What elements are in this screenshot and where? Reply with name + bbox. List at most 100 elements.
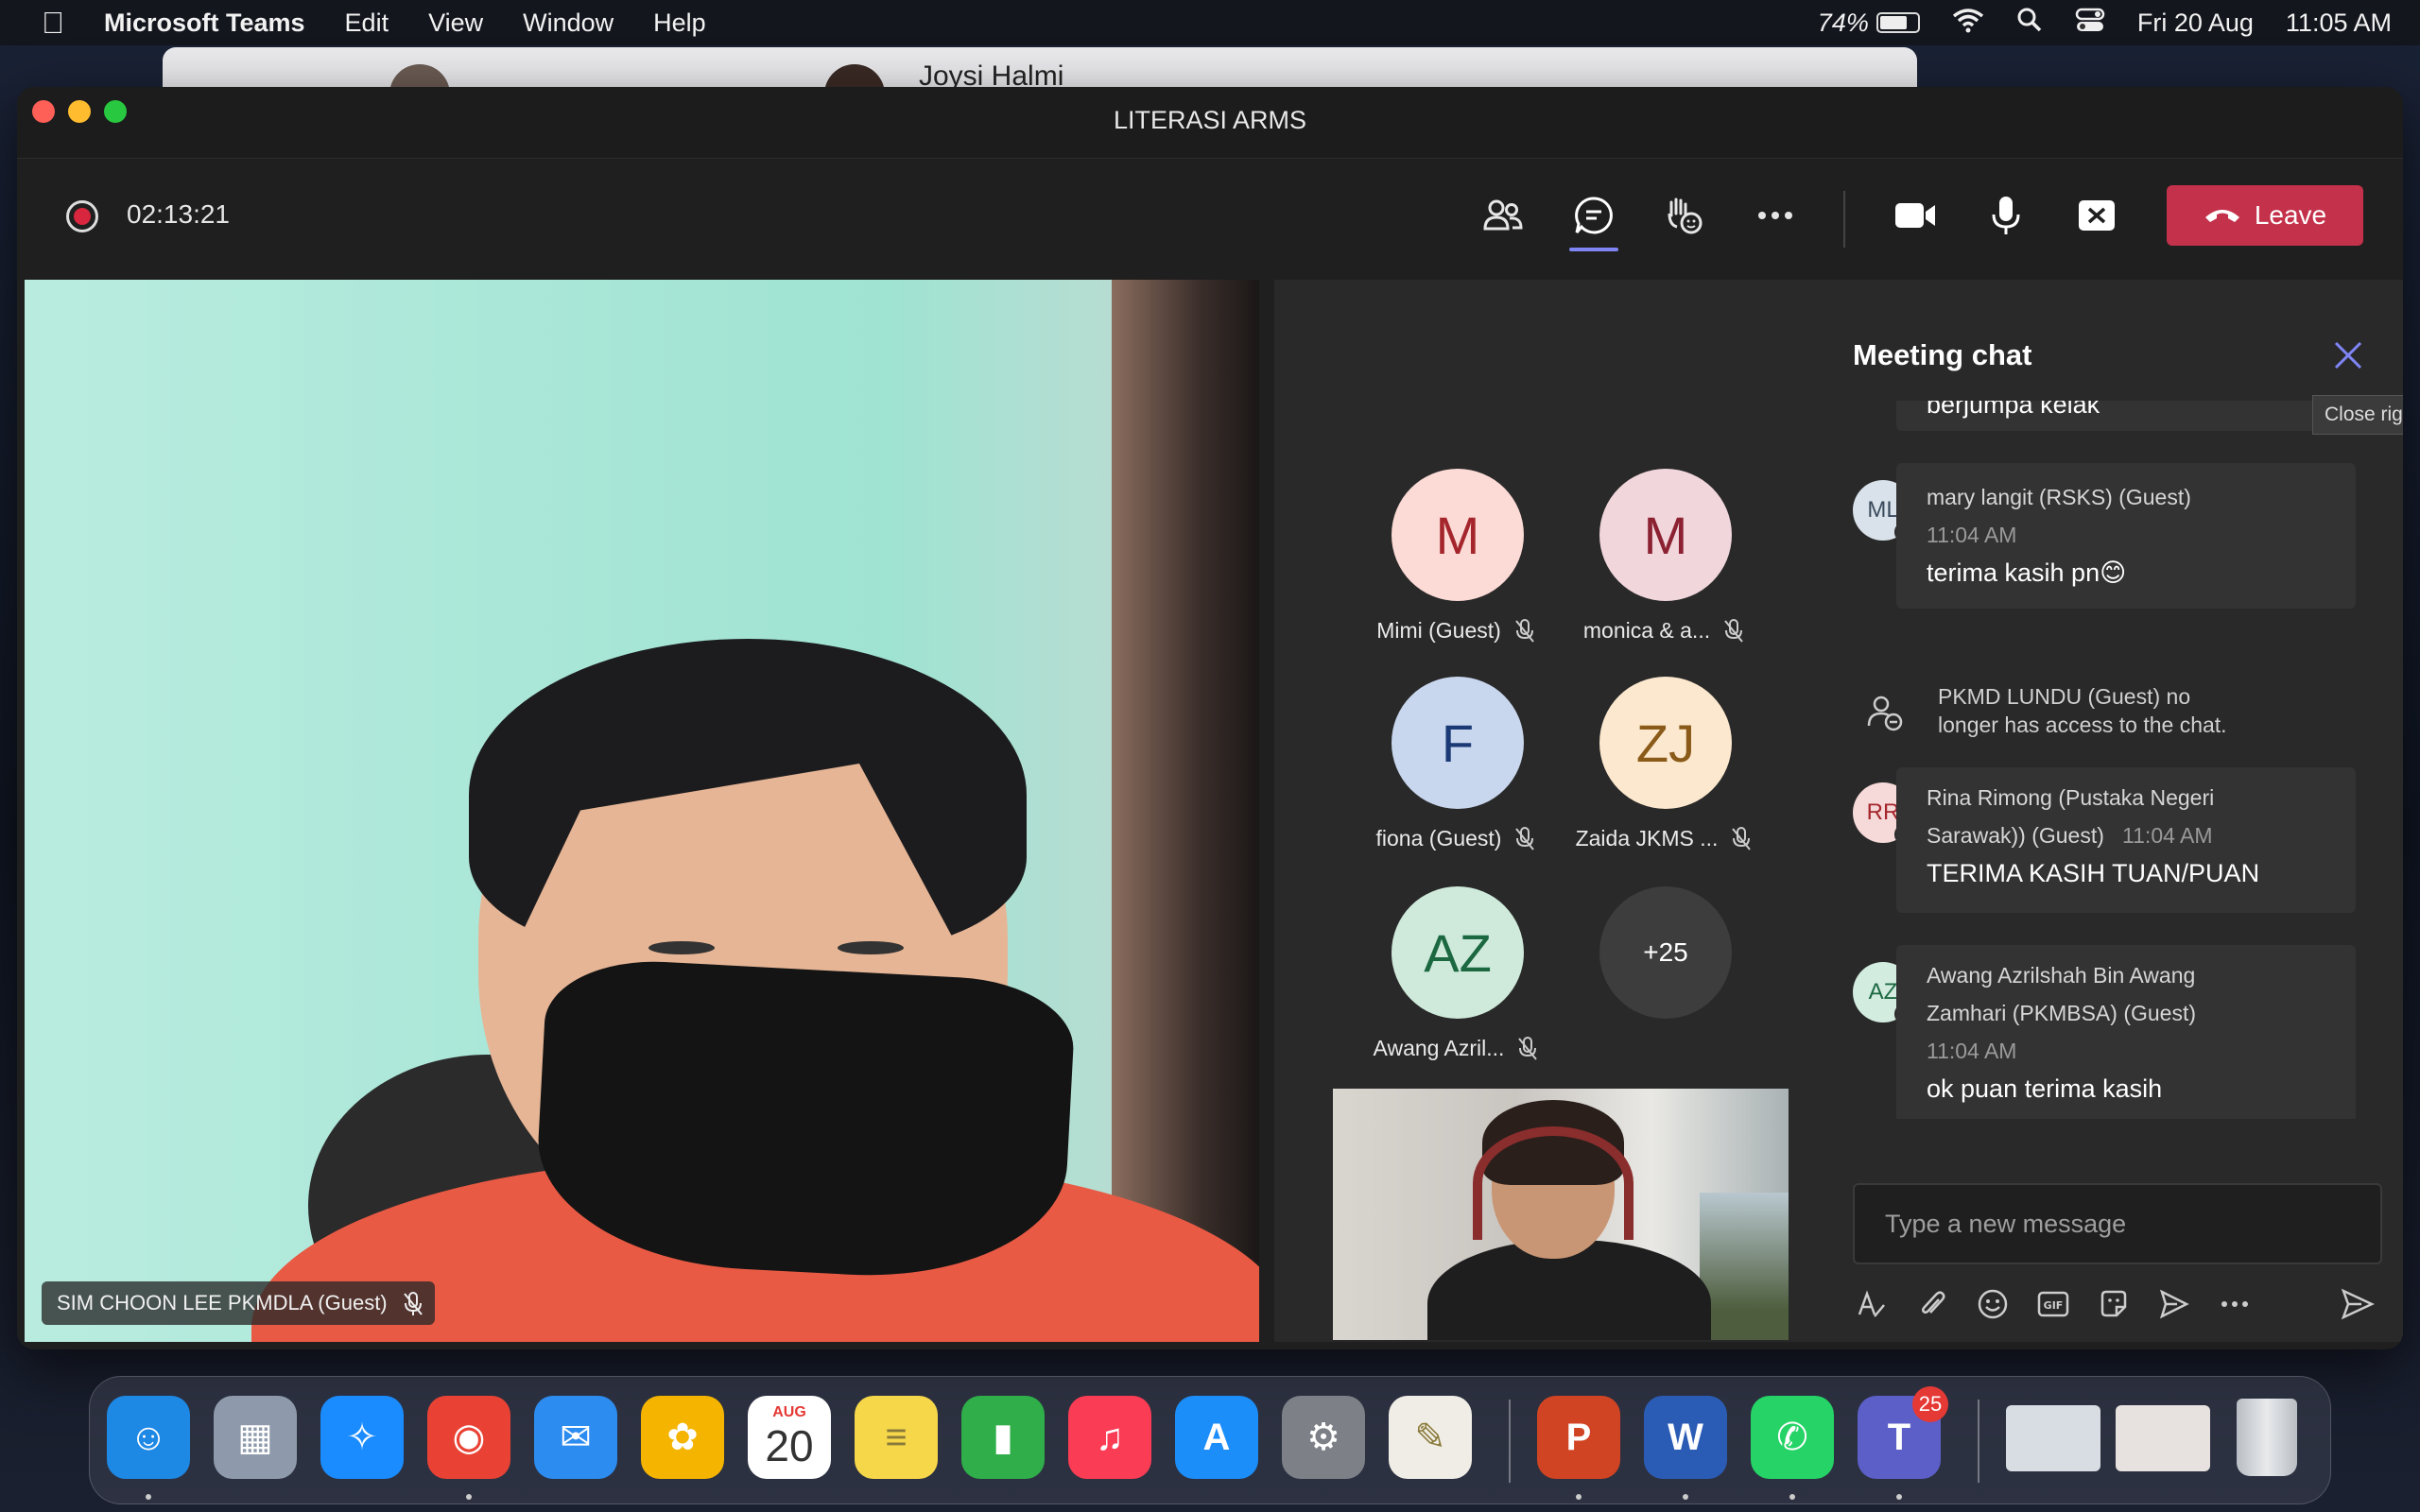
message-compose-box[interactable]: Type a new message [1853,1183,2382,1264]
participant-tile-name: fiona (Guest) [1375,826,1502,850]
participant-tile[interactable]: M Mimi (Guest) [1361,469,1569,658]
system-preferences-icon[interactable]: ⚙ [1282,1396,1365,1479]
running-indicator [1683,1494,1688,1500]
participants-button[interactable] [1473,185,1533,246]
title-bar: LITERASI ARMS [17,87,2403,159]
chat-button[interactable] [1564,185,1624,251]
notes-icon[interactable]: ≡ [855,1396,938,1479]
apple-menu-icon[interactable]:  [42,6,64,41]
chat-message-bubble: berjumpa kelak [1896,401,2356,431]
participant-name: SIM CHOON LEE PKMDLA (Guest) [57,1291,388,1314]
control-center-icon[interactable] [2075,7,2105,40]
avatar-initials: AZ [1868,979,1898,1005]
attach-icon[interactable] [1913,1285,1951,1323]
chrome-icon[interactable]: ◉ [427,1396,510,1479]
chat-sender-name: Rina Rimong (Pustaka Negeri [1927,785,2215,810]
mail-icon[interactable]: ✉ [534,1396,617,1479]
numbers-icon[interactable]: ▮ [961,1396,1045,1479]
system-message-line: PKMD LUNDU (Guest) no [1938,684,2191,709]
more-participants-count: +25 [1599,886,1732,1019]
launchpad-icon[interactable]: ▦ [214,1396,297,1479]
powerpoint-window-thumb-icon[interactable] [2116,1405,2210,1471]
dock-glyph: ✧ [346,1417,378,1458]
more-options-icon[interactable] [2216,1285,2254,1323]
menu-help[interactable]: Help [653,9,706,38]
textedit-icon[interactable]: ✎ [1389,1396,1472,1479]
leave-label: Leave [2254,200,2327,230]
teams-meeting-window: LITERASI ARMS 02:13:21 Leave SIM CHOON L… [17,87,2403,1349]
word-icon[interactable]: W [1644,1396,1727,1479]
dock-glyph: ✿ [666,1417,699,1458]
recording-indicator-icon [66,200,98,232]
finder-icon[interactable]: ☺ [107,1396,190,1479]
photos-icon[interactable]: ✿ [641,1396,724,1479]
battery-icon [1876,12,1920,33]
calendar-month: AUG [772,1404,806,1420]
more-actions-button[interactable] [1745,185,1806,246]
react-button[interactable] [1654,185,1715,246]
menubar-date[interactable]: Fri 20 Aug [2137,9,2254,38]
leave-button[interactable]: Leave [2167,185,2363,246]
avatar: M [1599,469,1732,601]
music-icon[interactable]: ♫ [1068,1396,1151,1479]
meeting-chat-pane: Meeting chat berjumpa kelak ML mary lang… [1796,280,2403,1342]
more-participants-tile[interactable]: +25 [1569,886,1777,1075]
microphone-button[interactable] [1976,185,2036,246]
participant-tile[interactable]: F fiona (Guest) [1361,677,1569,866]
chat-timestamp: 11:04 AM [1927,1039,2017,1063]
mic-off-icon [1732,826,1752,850]
menubar-time[interactable]: 11:05 AM [2286,9,2392,38]
chat-sender-name-cont: Sarawak)) (Guest) [1927,823,2104,848]
teams-icon[interactable]: T 25 [1858,1386,1948,1479]
participant-name-tag: SIM CHOON LEE PKMDLA (Guest) [42,1281,435,1325]
dock-glyph: ♫ [1096,1416,1124,1458]
chat-icon [1575,197,1613,234]
main-video-feed[interactable]: SIM CHOON LEE PKMDLA (Guest) [25,280,1259,1342]
menu-edit[interactable]: Edit [345,9,389,38]
video-background-wall [1112,280,1259,1342]
close-pane-button[interactable] [2333,340,2363,375]
participant-tile[interactable]: M monica & a... [1569,469,1777,658]
chat-sender-name: Zamhari (PKMBSA) (Guest) [1927,1001,2196,1025]
chat-message-bubble[interactable]: Awang Azrilshah Bin Awang Zamhari (PKMBS… [1896,945,2356,1119]
calendar-icon[interactable]: AUG 20 [748,1396,831,1479]
powerpoint-icon[interactable]: P [1537,1396,1620,1479]
app-store-icon[interactable]: A [1175,1396,1258,1479]
chat-message-list[interactable]: berjumpa kelak ML mary langit (RSKS) (Gu… [1796,401,2403,1119]
app-menu[interactable]: Microsoft Teams [104,9,305,38]
whatsapp-icon[interactable]: ✆ [1751,1396,1834,1479]
camera-button[interactable] [1885,185,1945,246]
dock-glyph: ◉ [452,1417,486,1458]
participant-tile[interactable]: AZ Awang Azril... [1361,886,1569,1075]
background-window[interactable]: Joysi Halmi [163,47,1917,125]
spotlight-search-icon[interactable] [2016,7,2043,40]
emoji-icon[interactable] [1974,1285,2012,1323]
hang-up-icon [2204,210,2239,222]
send-icon[interactable] [2339,1285,2377,1323]
chat-message-text: TERIMA KASIH TUAN/PUAN [1927,859,2260,887]
sticker-icon[interactable] [2095,1285,2133,1323]
system-message-line: longer has access to the chat. [1938,713,2227,737]
avatar-initials: ML [1867,497,1899,523]
format-icon[interactable] [1853,1285,1891,1323]
chat-title: Meeting chat [1853,338,2032,371]
participant-tile-name: Awang Azril... [1373,1036,1505,1060]
schedule-icon[interactable] [2155,1285,2193,1323]
meeting-timer: 02:13:21 [127,199,230,229]
chrome-window-thumb-icon[interactable] [2006,1405,2100,1471]
dock-glyph: ⚙ [1306,1417,1340,1458]
participant-tile[interactable]: ZJ Zaida JKMS ... [1569,677,1777,866]
menu-view[interactable]: View [428,9,483,38]
gif-icon[interactable]: GIF [2034,1285,2072,1323]
share-button[interactable] [2066,185,2127,246]
trash-icon[interactable] [2225,1396,2308,1479]
participant-label: Mimi (Guest) [1342,618,1569,644]
self-view-video[interactable] [1333,1089,1789,1340]
safari-icon[interactable]: ✧ [320,1396,404,1479]
avatar: F [1392,677,1524,809]
wifi-icon[interactable] [1952,7,1984,39]
menu-window[interactable]: Window [523,9,614,38]
chat-message-bubble[interactable]: mary langit (RSKS) (Guest) 11:04 AM teri… [1896,463,2356,609]
chat-message-bubble[interactable]: Rina Rimong (Pustaka Negeri Sarawak)) (G… [1896,767,2356,913]
battery-status[interactable]: 74% [1818,9,1920,38]
